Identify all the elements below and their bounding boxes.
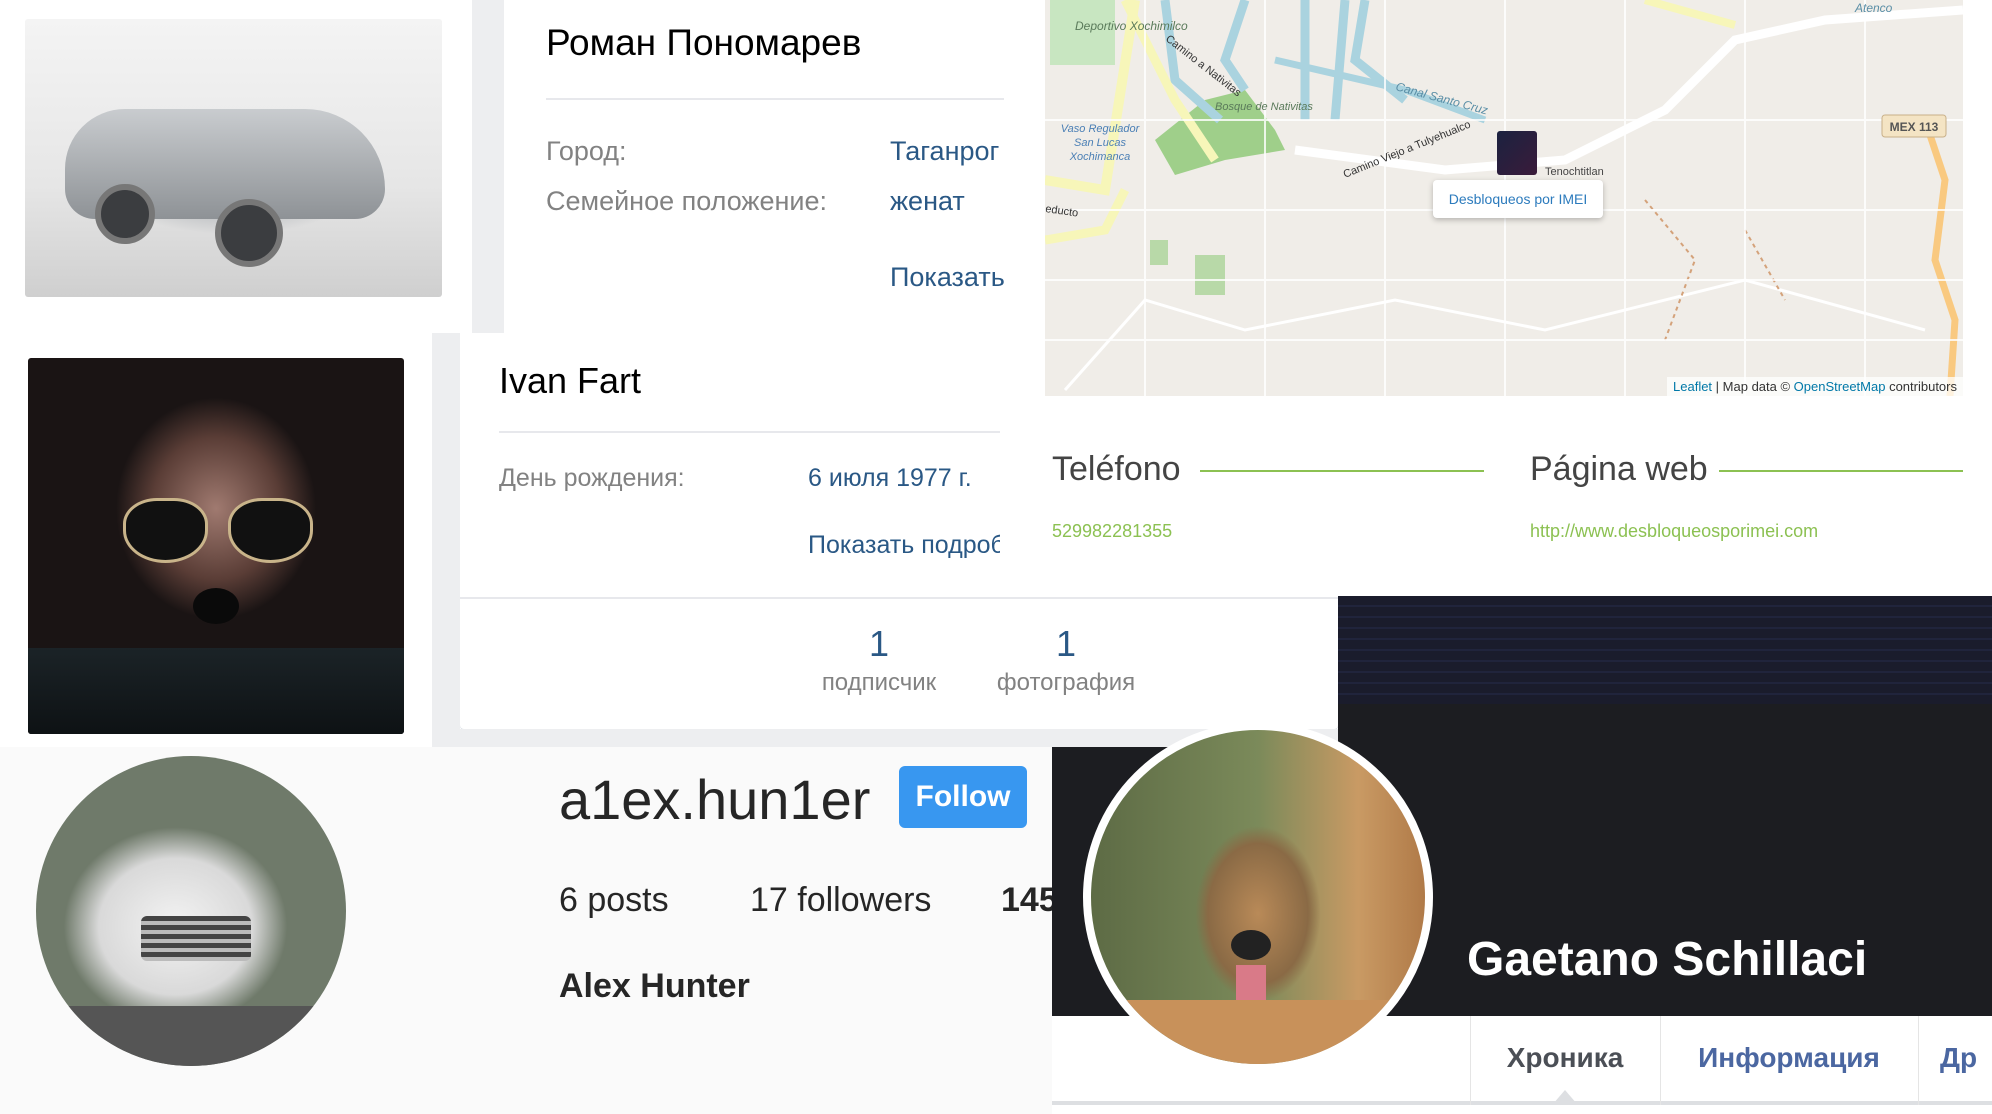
vk-sidebar-gap-2 <box>432 333 460 747</box>
field-value-birthday[interactable]: 6 июля 1977 г. <box>808 464 972 493</box>
map-label-highway: MEX 113 <box>1890 120 1939 134</box>
counter-photos[interactable]: 1 фотография <box>990 623 1142 697</box>
vk-profile-card-1: Роман Пономарев Город: Таганрог Семейное… <box>504 0 1045 333</box>
counter-followers[interactable]: 1 подписчик <box>810 623 948 697</box>
field-value-city[interactable]: Таганрог <box>890 136 1004 167</box>
active-tab-caret <box>1553 1090 1577 1104</box>
map-label: Tenochtitlan <box>1545 166 1604 178</box>
map-label: Bosque de Nativitas <box>1215 101 1313 113</box>
field-value-marital[interactable]: женат <box>890 186 965 217</box>
field-label-birthday: День рождения: <box>499 464 685 492</box>
map-label: Deportivo Xochimilco <box>1075 19 1188 33</box>
map-label-road: educto <box>1045 203 1079 219</box>
heading-rule <box>1719 470 1963 472</box>
web-heading: Página web <box>1530 450 1708 488</box>
field-label-city: Город: <box>546 136 627 166</box>
instagram-full-name: Alex Hunter <box>559 967 750 1005</box>
tab-friends[interactable]: Др <box>1940 1042 1977 1074</box>
divider <box>460 597 1338 599</box>
follow-button[interactable]: Follow <box>899 766 1027 828</box>
map-attribution: Leaflet | Map data © OpenStreetMap contr… <box>1667 377 1963 396</box>
attribution-text: contributors <box>1885 379 1957 394</box>
divider <box>499 431 1000 433</box>
vk-sidebar-gap-1 <box>472 0 504 333</box>
osm-link[interactable]: OpenStreetMap <box>1794 379 1886 394</box>
attribution-text: | Map data © <box>1712 379 1794 394</box>
divider <box>546 98 1004 100</box>
counter-label: подписчик <box>821 669 937 696</box>
tab-divider <box>1918 1016 1919 1105</box>
facebook-profile-name[interactable]: Gaetano Schillaci <box>1467 932 1867 987</box>
followers-count[interactable]: 17 followers <box>750 881 931 920</box>
map-popup[interactable]: Desbloqueos por IMEI <box>1433 180 1603 218</box>
leaflet-link[interactable]: Leaflet <box>1673 379 1712 394</box>
phone-heading: Teléfono <box>1052 450 1181 488</box>
counter-label: фотография <box>996 669 1136 696</box>
counter-value: 1 <box>868 623 890 664</box>
profile-name: Роман Пономарев <box>546 22 862 63</box>
instagram-username: a1ex.hun1er <box>559 768 871 831</box>
heading-rule <box>1200 470 1484 472</box>
website-link[interactable]: http://www.desbloqueosporimei.com <box>1530 521 1818 542</box>
map-label-reservoir: Vaso Regulador San Lucas Xochimanca <box>1060 123 1140 163</box>
instagram-header: a1ex.hun1er Follow 6 posts 17 followers … <box>0 747 1052 1114</box>
phone-number-link[interactable]: 529982281355 <box>1052 521 1172 542</box>
instagram-avatar-mercedes[interactable] <box>36 756 346 1066</box>
following-count[interactable]: 145 <box>1001 881 1052 920</box>
tab-timeline[interactable]: Хроника <box>1470 1042 1660 1074</box>
map[interactable]: MEX 113 Deportivo Xochimilco Camino a Na… <box>1045 0 1963 396</box>
map-label: Atenco <box>1854 1 1893 15</box>
facebook-profile-photo-dog[interactable] <box>1083 722 1433 1072</box>
show-more-link[interactable]: Показать <box>890 262 1004 293</box>
field-label-marital: Семейное положение: <box>546 186 828 216</box>
posts-count: 6 posts <box>559 881 669 919</box>
show-details-link[interactable]: Показать подроб <box>808 531 1000 560</box>
profile-name: Ivan Fart <box>499 360 642 401</box>
profile-photo-sports-car[interactable] <box>25 19 442 297</box>
map-label: Canal Santo Cruz <box>1394 79 1489 117</box>
counter-value: 1 <box>1055 623 1077 664</box>
map-marker-icon[interactable] <box>1497 131 1537 175</box>
profile-photo-raccoon[interactable] <box>28 358 404 734</box>
tab-about[interactable]: Информация <box>1660 1042 1918 1074</box>
